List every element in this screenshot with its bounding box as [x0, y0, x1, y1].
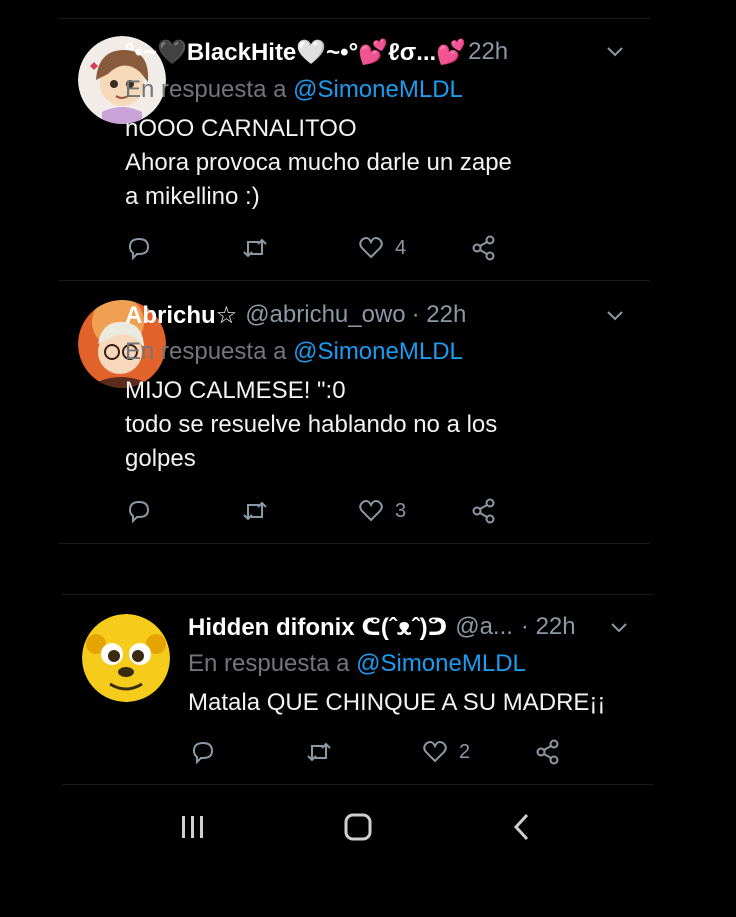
share-button[interactable]: [534, 736, 562, 768]
like-count: 2: [459, 740, 471, 763]
tweet-text-line: nOOO CARNALITOO: [125, 115, 357, 142]
retweet-button[interactable]: [240, 495, 270, 527]
mention-link[interactable]: @SimoneMLDL: [293, 76, 463, 103]
back-button[interactable]: [500, 810, 544, 844]
timestamp[interactable]: · 22h: [521, 613, 576, 641]
tweet-header: Hidden difonix ᕦ(ˆᴥˆ)ᕤ @a... · 22h: [188, 612, 576, 642]
tweet-text-line: Ahora provoca mucho darle un zape: [125, 149, 512, 176]
like-button[interactable]: 2: [421, 736, 470, 768]
chevron-down-icon[interactable]: [604, 304, 626, 326]
tweet-text-line: golpes: [125, 445, 196, 472]
tweet-header: °•~🖤BlackHite🤍~•°💕ℓσ...💕 22h: [125, 37, 508, 67]
reply-icon: [192, 741, 214, 765]
home-icon: [344, 813, 372, 841]
tweet-text-line: todo se resuelve hablando no a los: [125, 411, 498, 438]
reply-context: En respuesta a @SimoneMLDL: [125, 338, 463, 366]
reply-context: En respuesta a @SimoneMLDL: [125, 76, 463, 104]
recent-apps-icon: [182, 816, 203, 838]
like-button[interactable]: 4: [357, 232, 406, 264]
share-icon: [472, 235, 495, 261]
share-icon: [536, 739, 559, 765]
reply-context: En respuesta a @SimoneMLDL: [188, 650, 526, 678]
avatar[interactable]: [82, 614, 170, 702]
retweet-button[interactable]: [304, 736, 334, 768]
reply-prefix: En respuesta a: [125, 76, 287, 103]
heart-icon: [359, 500, 383, 522]
reply-prefix: En respuesta a: [188, 650, 350, 677]
reply-button[interactable]: [125, 495, 153, 527]
retweet-icon: [307, 742, 331, 762]
tweet-text: nOOO CARNALITOO Ahora provoca mucho darl…: [125, 112, 512, 214]
reply-button[interactable]: [189, 736, 217, 768]
heart-icon: [359, 237, 383, 259]
chevron-down-icon[interactable]: [604, 40, 626, 62]
divider: [62, 594, 654, 595]
divider: [58, 280, 650, 281]
reply-prefix: En respuesta a: [125, 338, 287, 365]
tweet-text-line: Matala QUE CHINQUE A SU MADRE¡¡: [188, 689, 606, 716]
user-handle[interactable]: @abrichu_owo: [245, 301, 405, 329]
share-icon: [472, 498, 495, 524]
divider: [58, 543, 650, 544]
tweet-header: Abrichu☆ @abrichu_owo · 22h: [125, 300, 466, 330]
share-button[interactable]: [470, 495, 498, 527]
timestamp[interactable]: 22h: [468, 38, 508, 66]
display-name[interactable]: Hidden difonix ᕦ(ˆᴥˆ)ᕤ: [188, 613, 447, 642]
heart-icon: [423, 741, 447, 763]
like-button[interactable]: 3: [357, 495, 406, 527]
user-handle[interactable]: @a...: [455, 613, 513, 641]
share-button[interactable]: [470, 232, 498, 264]
mention-link[interactable]: @SimoneMLDL: [356, 650, 526, 677]
avatar-image: [82, 614, 170, 702]
display-name[interactable]: Abrichu☆: [125, 301, 237, 330]
retweet-icon: [243, 238, 267, 258]
retweet-icon: [243, 501, 267, 521]
reply-icon: [128, 500, 150, 524]
back-icon: [513, 813, 529, 841]
like-count: 4: [395, 236, 407, 259]
screen: °•~🖤BlackHite🤍~•°💕ℓσ...💕 22h En respuest…: [0, 0, 736, 917]
display-name[interactable]: °•~🖤BlackHite🤍~•°💕ℓσ...💕: [125, 38, 466, 67]
timestamp[interactable]: · 22h: [412, 301, 467, 329]
mention-link[interactable]: @SimoneMLDL: [293, 338, 463, 365]
reply-icon: [128, 237, 150, 261]
tweet-text: MIJO CALMESE! ":0 todo se resuelve habla…: [125, 374, 497, 476]
tweet-text-line: MIJO CALMESE! ":0: [125, 377, 346, 404]
retweet-button[interactable]: [240, 232, 270, 264]
like-count: 3: [395, 499, 407, 522]
divider: [58, 18, 650, 19]
system-navigation-bar: [0, 790, 736, 865]
recent-apps-button[interactable]: [171, 810, 215, 844]
reply-button[interactable]: [125, 232, 153, 264]
home-button[interactable]: [336, 810, 380, 844]
chevron-down-icon[interactable]: [608, 616, 630, 638]
tweet-text: Matala QUE CHINQUE A SU MADRE¡¡: [188, 686, 605, 720]
divider: [62, 784, 654, 785]
tweet-text-line: a mikellino :): [125, 183, 260, 210]
